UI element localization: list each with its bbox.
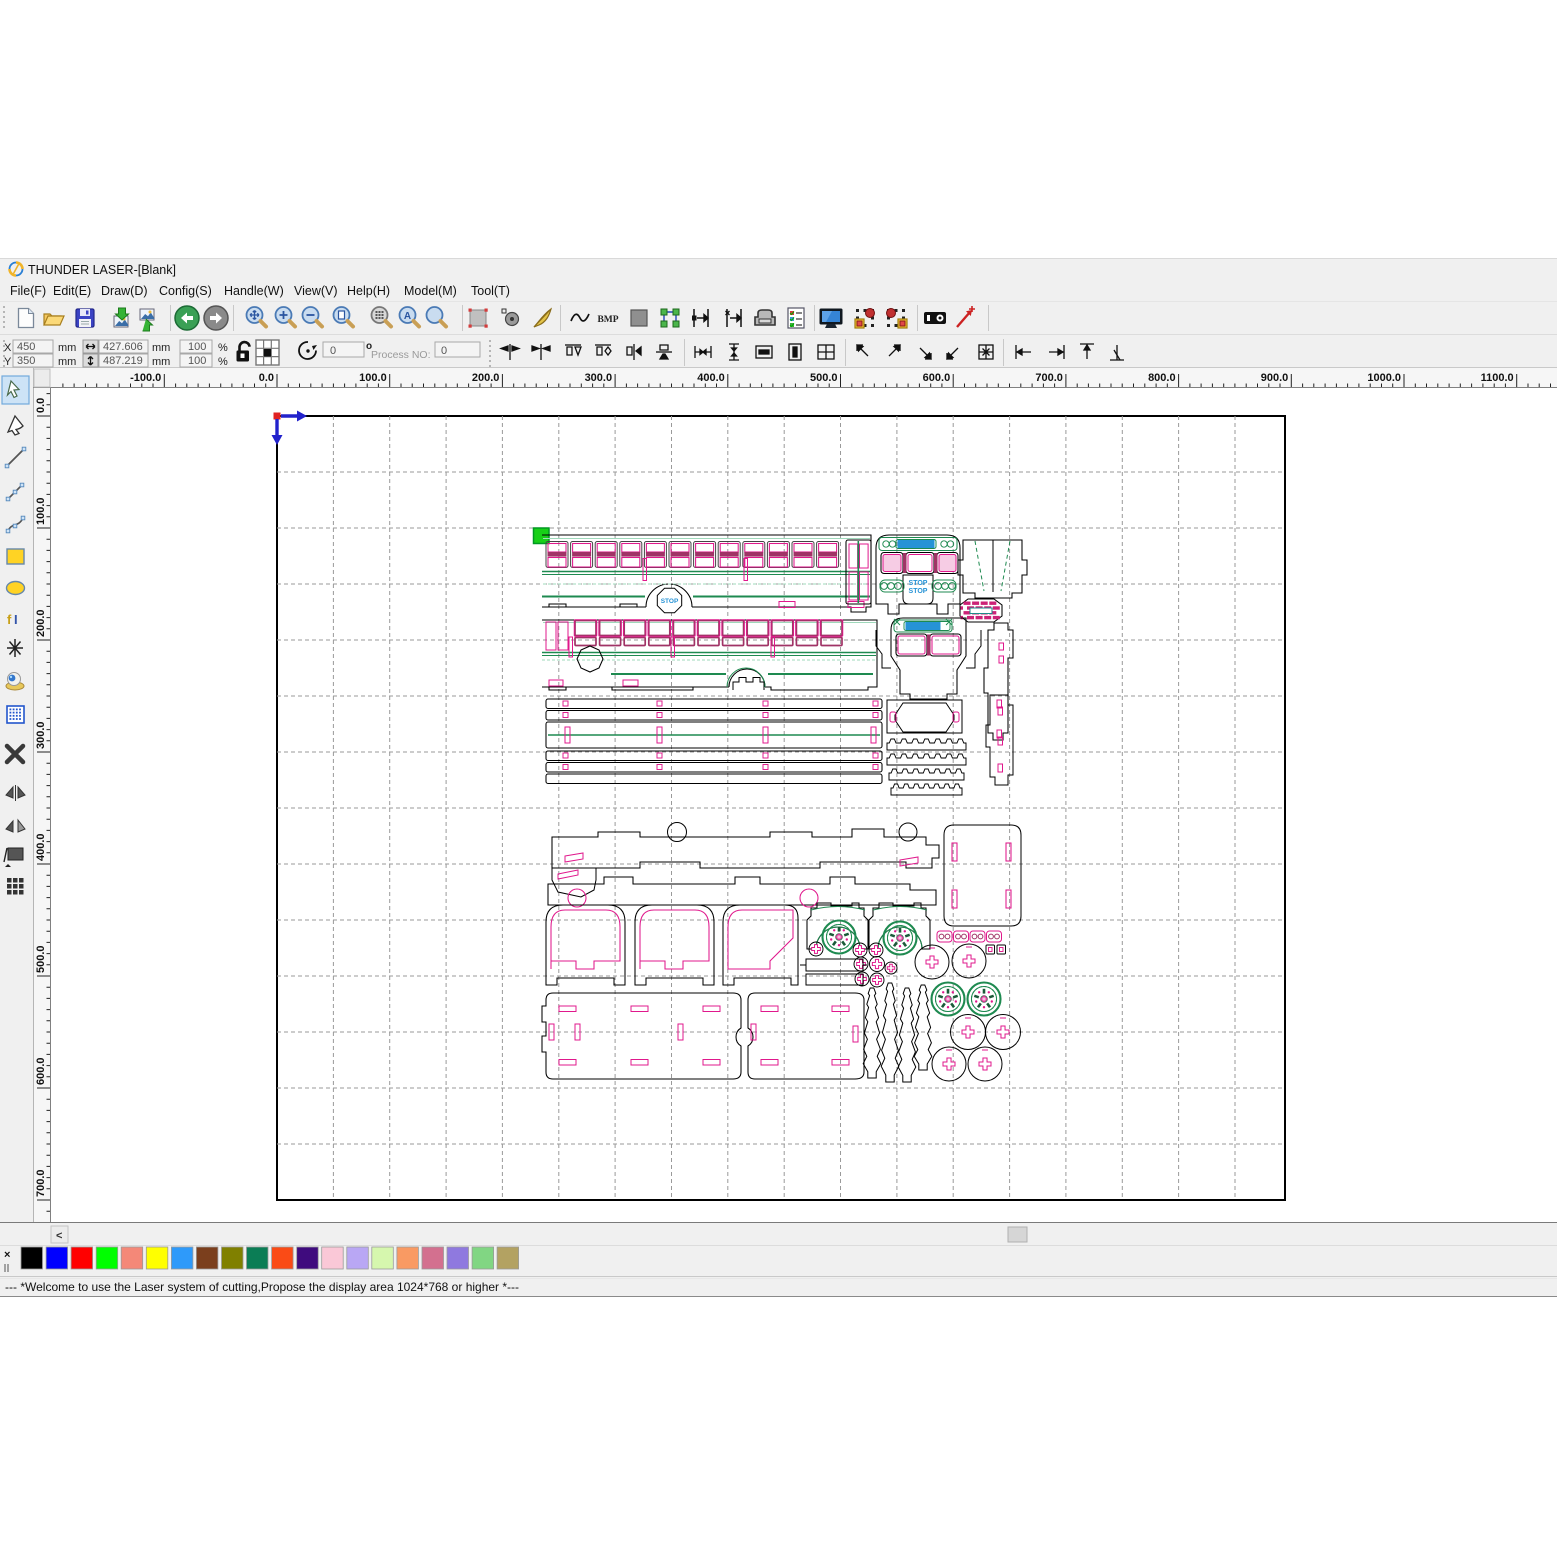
- svg-text:600.0: 600.0: [35, 1057, 47, 1085]
- svg-text:100: 100: [188, 341, 206, 353]
- svg-text:800.0: 800.0: [1148, 372, 1176, 384]
- svg-text:200.0: 200.0: [472, 372, 500, 384]
- svg-text:900.0: 900.0: [1261, 372, 1289, 384]
- svg-text:Help(H): Help(H): [347, 284, 390, 298]
- svg-text:100: 100: [188, 355, 206, 367]
- svg-text:mm: mm: [152, 342, 170, 354]
- svg-text:350: 350: [17, 355, 35, 367]
- svg-text:0.0: 0.0: [35, 398, 47, 413]
- svg-text:Model(M): Model(M): [404, 284, 457, 298]
- svg-text:STOP: STOP: [909, 588, 928, 595]
- svg-text:400.0: 400.0: [35, 833, 47, 861]
- svg-text:BMP: BMP: [597, 315, 618, 325]
- svg-text:Process NO:: Process NO:: [371, 349, 431, 361]
- svg-text:View(V): View(V): [294, 284, 338, 298]
- svg-text:X: X: [4, 342, 12, 354]
- svg-text:0: 0: [330, 345, 336, 357]
- svg-text:427.606: 427.606: [103, 341, 143, 353]
- svg-text:1100.0: 1100.0: [1481, 372, 1514, 384]
- svg-text:I: I: [14, 612, 18, 627]
- svg-text:THUNDER LASER-[Blank]: THUNDER LASER-[Blank]: [28, 263, 176, 277]
- svg-text:mm: mm: [58, 356, 76, 368]
- svg-text:600.0: 600.0: [923, 372, 951, 384]
- svg-text:500.0: 500.0: [35, 945, 47, 973]
- svg-text:STOP: STOP: [909, 580, 928, 587]
- svg-text:100.0: 100.0: [35, 497, 47, 525]
- svg-text:%: %: [218, 356, 228, 368]
- svg-text:1000.0: 1000.0: [1367, 372, 1401, 384]
- svg-text:700.0: 700.0: [1035, 372, 1063, 384]
- svg-text:500.0: 500.0: [810, 372, 838, 384]
- svg-text:300.0: 300.0: [585, 372, 613, 384]
- svg-text:200.0: 200.0: [35, 609, 47, 637]
- svg-text:Y: Y: [4, 356, 12, 368]
- svg-text:100.0: 100.0: [359, 372, 387, 384]
- svg-text:mm: mm: [58, 342, 76, 354]
- svg-text:300.0: 300.0: [35, 721, 47, 749]
- svg-text:0.0: 0.0: [259, 372, 274, 384]
- svg-text:--- *Welcome to use the Laser: --- *Welcome to use the Laser system of …: [5, 1280, 519, 1294]
- svg-text:400.0: 400.0: [697, 372, 725, 384]
- svg-text:487.219: 487.219: [103, 355, 143, 367]
- svg-text:%: %: [218, 342, 228, 354]
- svg-text:A: A: [404, 311, 411, 322]
- svg-text:×: ×: [4, 1249, 10, 1261]
- svg-text:<: <: [56, 1230, 62, 1242]
- svg-text:mm: mm: [152, 356, 170, 368]
- svg-text:Tool(T): Tool(T): [471, 284, 510, 298]
- svg-text:0: 0: [441, 345, 447, 357]
- svg-text:File(F): File(F): [10, 284, 46, 298]
- svg-text:700.0: 700.0: [35, 1169, 47, 1197]
- svg-text:Draw(D): Draw(D): [101, 284, 148, 298]
- svg-text:Handle(W): Handle(W): [224, 284, 284, 298]
- svg-text:STOP: STOP: [661, 598, 679, 605]
- svg-text:-100.0: -100.0: [130, 372, 161, 384]
- svg-text:Edit(E): Edit(E): [53, 284, 91, 298]
- svg-text:f: f: [7, 612, 12, 627]
- svg-text:Config(S): Config(S): [159, 284, 212, 298]
- svg-text:450: 450: [17, 341, 35, 353]
